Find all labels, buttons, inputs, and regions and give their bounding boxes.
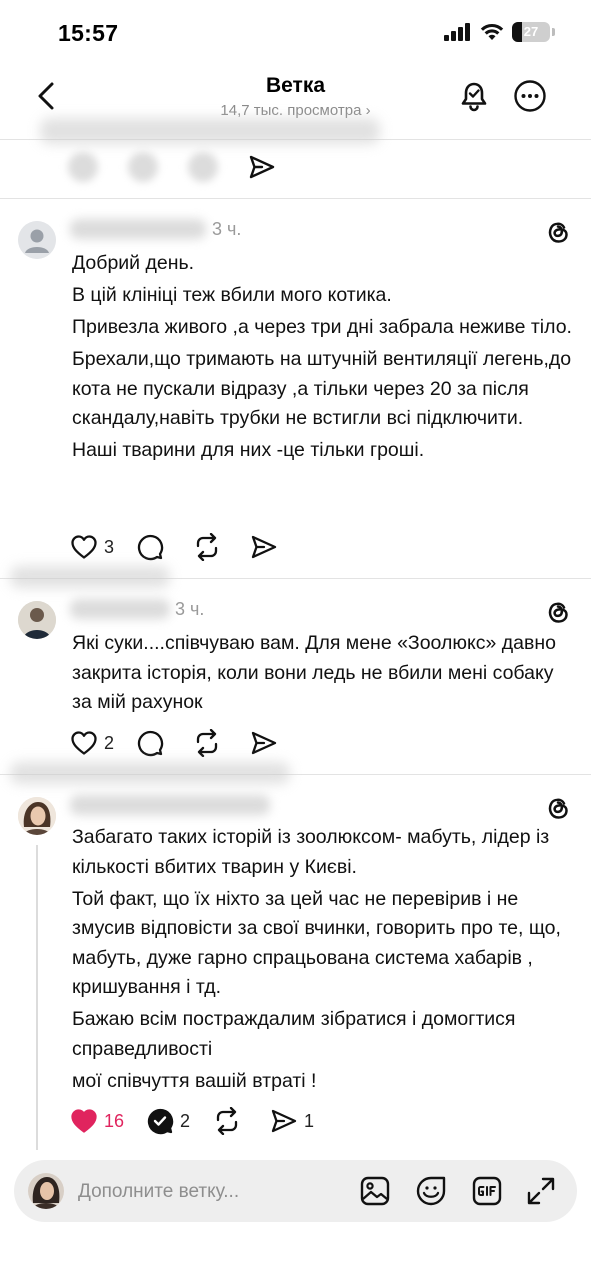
- comment-icon: [137, 730, 164, 757]
- thread-line: [36, 845, 38, 1150]
- blurred-region: [40, 118, 380, 144]
- avatar[interactable]: [18, 221, 56, 259]
- post-time: 3 ч.: [175, 599, 205, 619]
- cellular-signal-icon: [444, 23, 470, 41]
- reply-button[interactable]: 2: [146, 1107, 190, 1135]
- like-button[interactable]: 2: [70, 730, 114, 756]
- comment-checked-icon: [147, 1108, 174, 1135]
- sticker-icon: [416, 1176, 446, 1206]
- reply-count: 2: [180, 1110, 191, 1131]
- user-photo-avatar: [28, 1173, 64, 1209]
- heart-icon: [71, 535, 97, 559]
- attach-image-button[interactable]: [357, 1173, 393, 1209]
- threads-logo-icon[interactable]: [545, 599, 571, 625]
- page-title: Ветка: [265, 74, 326, 97]
- repost-button[interactable]: [192, 533, 228, 561]
- share-icon: [251, 535, 277, 559]
- blurred-like-icon: [68, 152, 98, 182]
- user-photo-avatar: [18, 797, 56, 835]
- repost-icon: [196, 729, 218, 757]
- reply-post: Забагато таких історій із зоолюксом- маб…: [0, 775, 591, 1155]
- post-body: Добрий день. В цій клініці теж вбили мог…: [72, 249, 575, 466]
- reply-composer[interactable]: Дополните ветку...: [14, 1160, 577, 1222]
- share-button[interactable]: 1: [270, 1108, 314, 1134]
- expand-icon: [527, 1177, 555, 1205]
- user-photo-avatar: [18, 601, 56, 639]
- like-count: 2: [104, 732, 115, 753]
- reply-post: 3 ч. Які суки....співчуваю вам. Для мене…: [0, 579, 591, 773]
- reply-button[interactable]: [136, 533, 170, 561]
- repost-icon: [196, 533, 218, 561]
- post-paragraph: В цій клініці теж вбили мого котика.: [72, 284, 392, 306]
- battery-tip: [552, 28, 555, 36]
- post-paragraph: Наші тварини для них -це тільки гроші.: [72, 439, 425, 461]
- status-icons: 27: [444, 22, 555, 42]
- image-icon: [360, 1176, 390, 1206]
- post-paragraph: Які суки....співчуваю вам. Для мене «Зоо…: [72, 632, 556, 713]
- blurred-repost-icon: [188, 152, 218, 182]
- repost-icon: [216, 1107, 238, 1135]
- post-paragraph: Забагато таких історій із зоолюксом- маб…: [72, 826, 550, 878]
- threads-logo-icon[interactable]: [545, 219, 571, 245]
- heart-filled-icon: [71, 1109, 97, 1133]
- notifications-button[interactable]: [454, 76, 494, 116]
- avatar[interactable]: [18, 797, 56, 835]
- post-paragraph: Брехали,що тримають на штучній вентиляці…: [72, 348, 572, 429]
- like-button[interactable]: 16: [70, 1108, 124, 1134]
- post-paragraph: мої співчуття вашій втраті !: [72, 1069, 317, 1092]
- blurred-comment-icon: [128, 152, 158, 182]
- post-body: Забагато таких історій із зоолюксом- маб…: [72, 823, 575, 1096]
- share-button[interactable]: [250, 730, 284, 756]
- post-paragraph: Добрий день.: [72, 252, 195, 274]
- username-blurred[interactable]: [70, 599, 170, 619]
- post-actions: 16 2 1: [70, 1104, 336, 1138]
- gif-icon: [472, 1176, 502, 1206]
- gif-button[interactable]: [469, 1173, 505, 1209]
- username-blurred[interactable]: [70, 795, 270, 815]
- share-icon[interactable]: [248, 154, 276, 180]
- post-time: 3 ч.: [212, 219, 242, 239]
- share-icon: [271, 1109, 297, 1133]
- comment-icon: [137, 534, 164, 561]
- reply-input[interactable]: Дополните ветку...: [78, 1181, 239, 1203]
- repost-button[interactable]: [192, 729, 228, 757]
- bell-icon: [461, 82, 487, 112]
- post-actions: 2: [70, 726, 306, 760]
- reply-post: 3 ч. Добрий день. В цій клініці теж вбил…: [0, 199, 591, 577]
- more-icon: [514, 80, 546, 112]
- post-body: Які суки....співчуваю вам. Для мене «Зоо…: [72, 629, 575, 718]
- like-button[interactable]: 3: [70, 534, 114, 560]
- parent-post-actions: [68, 150, 276, 184]
- post-paragraph: Привезла живого ,а через три дні забрала…: [72, 316, 572, 338]
- username-blurred[interactable]: [70, 219, 206, 239]
- views-count-link[interactable]: 14,7 тыс. просмотра ›: [0, 102, 591, 119]
- like-count: 3: [104, 536, 115, 557]
- avatar[interactable]: [18, 601, 56, 639]
- status-time: 15:57: [58, 20, 119, 46]
- my-avatar: [28, 1173, 64, 1209]
- sticker-button[interactable]: [413, 1173, 449, 1209]
- repost-button[interactable]: [212, 1107, 248, 1135]
- reply-button[interactable]: [136, 729, 170, 757]
- default-avatar-icon: [18, 221, 56, 259]
- threads-logo-icon[interactable]: [545, 795, 571, 821]
- share-button[interactable]: [250, 534, 284, 560]
- share-count: 1: [304, 1110, 315, 1131]
- heart-icon: [71, 731, 97, 755]
- post-actions: 3: [70, 530, 306, 564]
- share-icon: [251, 731, 277, 755]
- expand-composer-button[interactable]: [523, 1173, 559, 1209]
- status-bar: 15:57 27: [0, 0, 591, 64]
- more-options-button[interactable]: [510, 76, 550, 116]
- wifi-icon: [480, 23, 504, 40]
- post-paragraph: Бажаю всім постраждалим зібратися і домо…: [72, 1008, 516, 1060]
- battery-level: 27: [523, 24, 539, 39]
- battery-icon: 27: [512, 22, 550, 42]
- post-paragraph: Той факт, що їх ніхто за цей час не пере…: [72, 887, 561, 999]
- like-count: 16: [104, 1110, 125, 1131]
